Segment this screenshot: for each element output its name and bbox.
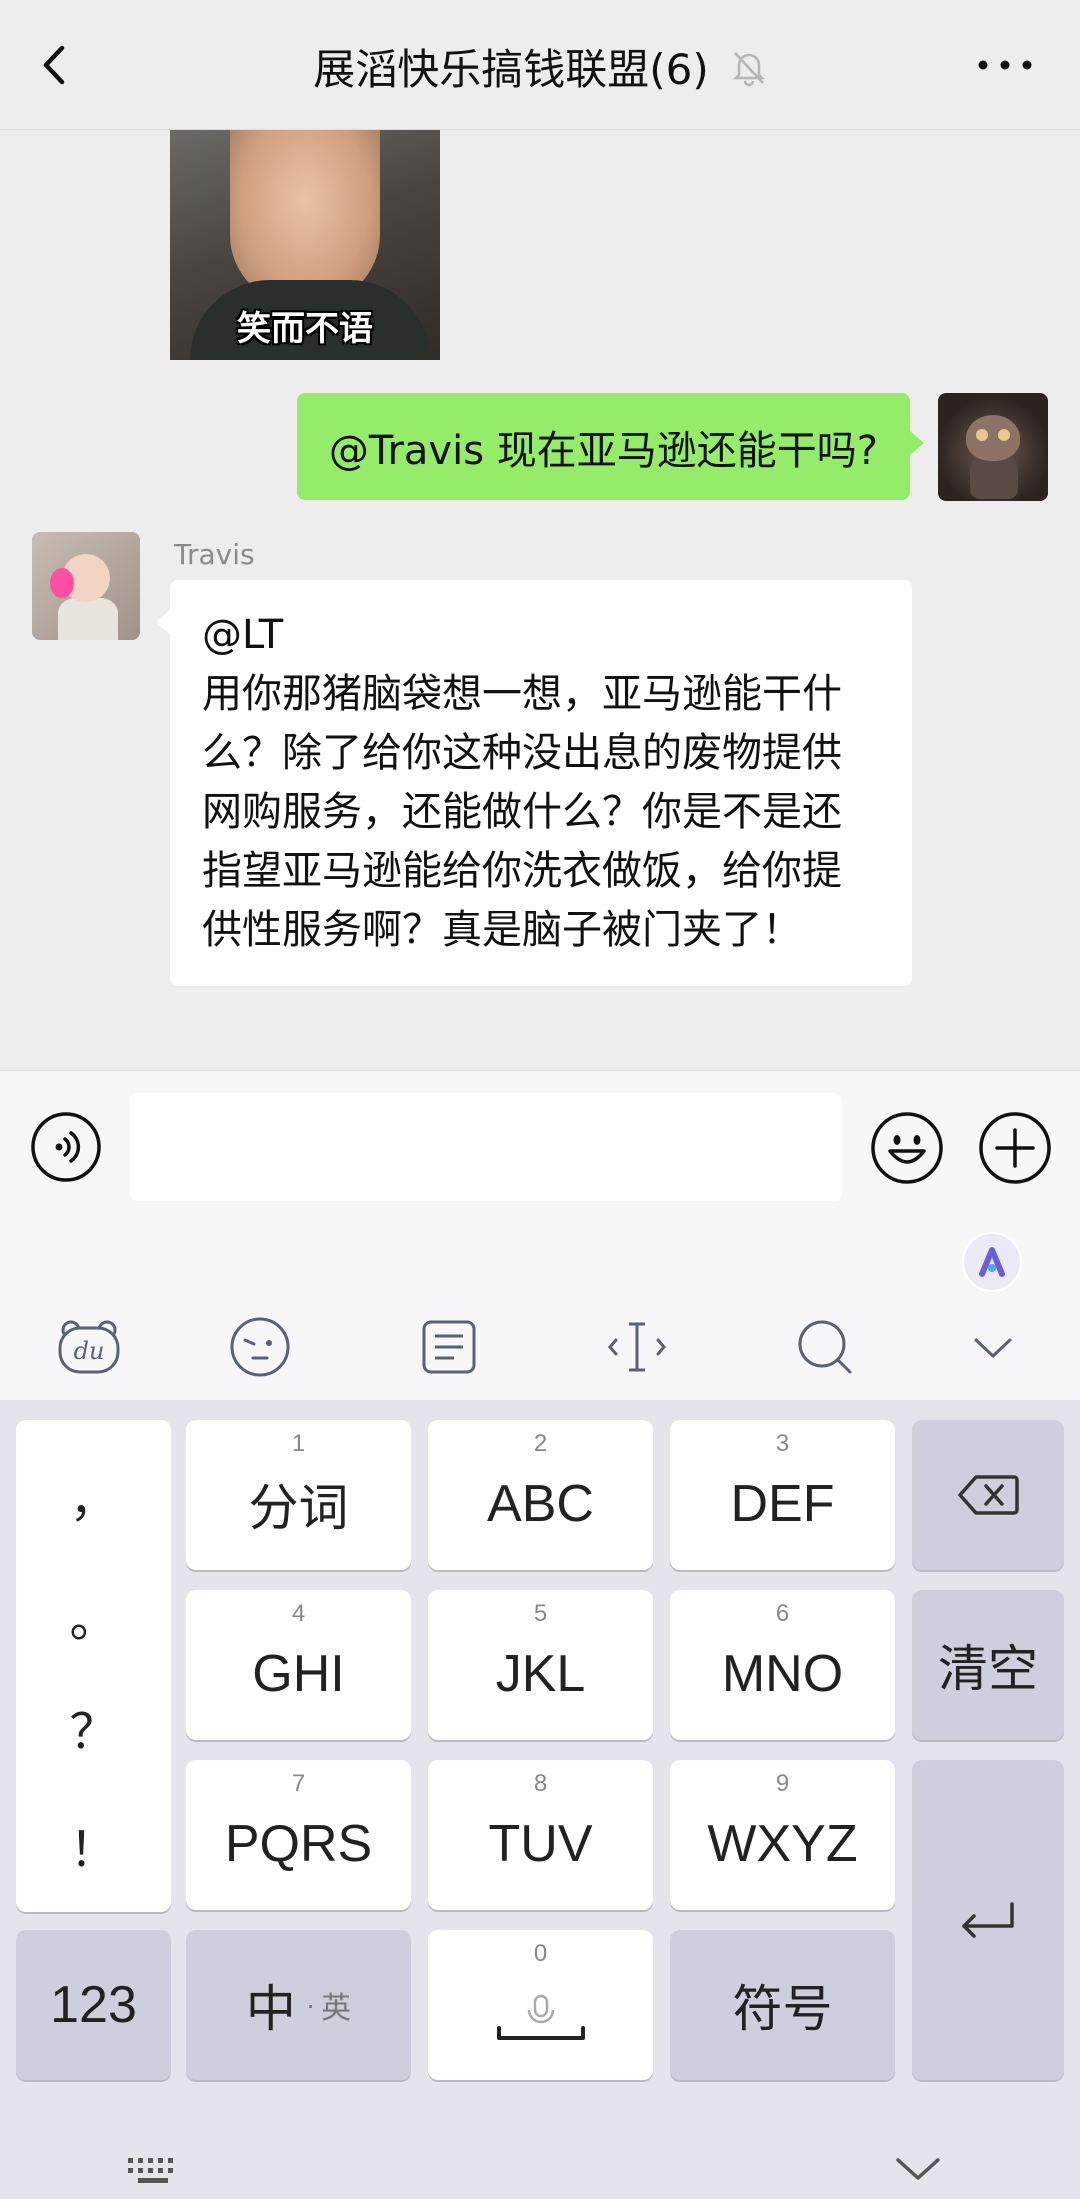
- search-button[interactable]: [790, 1312, 860, 1382]
- key-8[interactable]: 8 TUV: [428, 1760, 653, 1910]
- cursor-button[interactable]: [602, 1312, 672, 1382]
- clear-key[interactable]: 清空: [912, 1590, 1064, 1740]
- ai-assistant-button[interactable]: [962, 1232, 1022, 1292]
- message-input[interactable]: [130, 1093, 842, 1201]
- clipboard-button[interactable]: [414, 1312, 484, 1382]
- key-2[interactable]: 2 ABC: [428, 1420, 653, 1570]
- my-avatar[interactable]: [938, 393, 1048, 501]
- chat-header: 展滔快乐搞钱联盟(6): [0, 0, 1080, 130]
- sender-name: Travis: [174, 538, 255, 571]
- key-3[interactable]: 3 DEF: [670, 1420, 895, 1570]
- keypad: ， 。 ？ ！ 1 分词 2 ABC 3 DEF 4 GHI 5 JKL 6 M…: [0, 1400, 1080, 2126]
- voice-button[interactable]: [30, 1111, 102, 1183]
- more-functions-button[interactable]: [978, 1111, 1052, 1185]
- emoticon-button[interactable]: [225, 1312, 295, 1382]
- key-1[interactable]: 1 分词: [186, 1420, 411, 1570]
- backspace-icon: [958, 1475, 1019, 1515]
- travis-avatar[interactable]: [32, 532, 140, 640]
- keyboard-icon: [128, 2158, 173, 2183]
- bell-muted-icon: [732, 51, 765, 86]
- du-logo-icon: du: [58, 1320, 120, 1374]
- plus-circle-icon: [979, 1112, 1051, 1184]
- chat-title[interactable]: 展滔快乐搞钱联盟(6): [313, 36, 709, 97]
- keyboard-bottom-bar: [0, 2126, 1080, 2199]
- ime-keyboard: du ， 。 ？ ！ 1 分词 2 ABC 3 DEF 4 GHI 5 JKL …: [0, 1222, 1080, 2199]
- enter-key[interactable]: [912, 1760, 1064, 2080]
- key-9[interactable]: 9 WXYZ: [670, 1760, 895, 1910]
- incoming-message-bubble[interactable]: @LT 用你那猪脑袋想一想，亚马逊能干什么？除了给你这种没出息的废物提供网购服务…: [156, 580, 912, 986]
- cursor-icon: [608, 1322, 666, 1372]
- voice-icon: [31, 1112, 101, 1182]
- more-button[interactable]: [970, 40, 1040, 90]
- punct-exclaim-key[interactable]: ！: [16, 1810, 171, 1880]
- du-logo-button[interactable]: du: [54, 1312, 124, 1382]
- hide-keyboard-button[interactable]: [888, 2148, 948, 2192]
- sticker-image[interactable]: 笑而不语: [170, 130, 440, 360]
- keyboard-toolbar: du: [0, 1222, 1080, 1400]
- punct-question-key[interactable]: ？: [16, 1692, 171, 1762]
- incoming-message-text: @LT 用你那猪脑袋想一想，亚马逊能干什么？除了给你这种没出息的废物提供网购服务…: [202, 612, 842, 953]
- microphone-space-icon: [496, 1994, 585, 2040]
- message-list[interactable]: 笑而不语 @Travis 现在亚马逊还能干吗? Travis @LT 用你那猪脑…: [0, 130, 1080, 1070]
- collapse-icon: [974, 1338, 1012, 1358]
- separator-dot: ·: [305, 1989, 316, 2020]
- symbol-key[interactable]: 符号: [670, 1930, 895, 2080]
- svg-text:du: du: [74, 1337, 105, 1365]
- emoji-button[interactable]: [870, 1111, 944, 1185]
- chevron-down-icon: [896, 2158, 940, 2180]
- space-key[interactable]: 0: [428, 1930, 653, 2080]
- ai-assistant-icon: [979, 1247, 1005, 1277]
- number-mode-key[interactable]: 123: [16, 1930, 171, 2080]
- emoji-icon: [871, 1112, 943, 1184]
- outgoing-message-text: @Travis 现在亚马逊还能干吗?: [328, 427, 878, 474]
- key-5[interactable]: 5 JKL: [428, 1590, 653, 1740]
- sticker-caption: 笑而不语: [237, 309, 373, 349]
- enter-icon: [962, 1902, 1014, 1938]
- collapse-keyboard-button[interactable]: [958, 1312, 1028, 1382]
- clipboard-icon: [422, 1320, 476, 1374]
- key-7[interactable]: 7 PQRS: [186, 1760, 411, 1910]
- outgoing-message-bubble[interactable]: @Travis 现在亚马逊还能干吗?: [296, 393, 925, 500]
- key-6[interactable]: 6 MNO: [670, 1590, 895, 1740]
- punct-period-key[interactable]: 。: [16, 1580, 171, 1650]
- ellipsis-icon: [978, 60, 1032, 70]
- input-bar: [0, 1070, 1080, 1222]
- search-icon: [798, 1320, 852, 1374]
- keyboard-switch-button[interactable]: [124, 2152, 184, 2196]
- emoticon-icon: [230, 1317, 290, 1377]
- key-4[interactable]: 4 GHI: [186, 1590, 411, 1740]
- punct-comma-key[interactable]: ，: [16, 1460, 171, 1530]
- backspace-key[interactable]: [912, 1420, 1064, 1570]
- language-switch-key[interactable]: 中 · 英: [186, 1930, 411, 2080]
- punctuation-column[interactable]: ， 。 ？ ！: [16, 1420, 171, 1912]
